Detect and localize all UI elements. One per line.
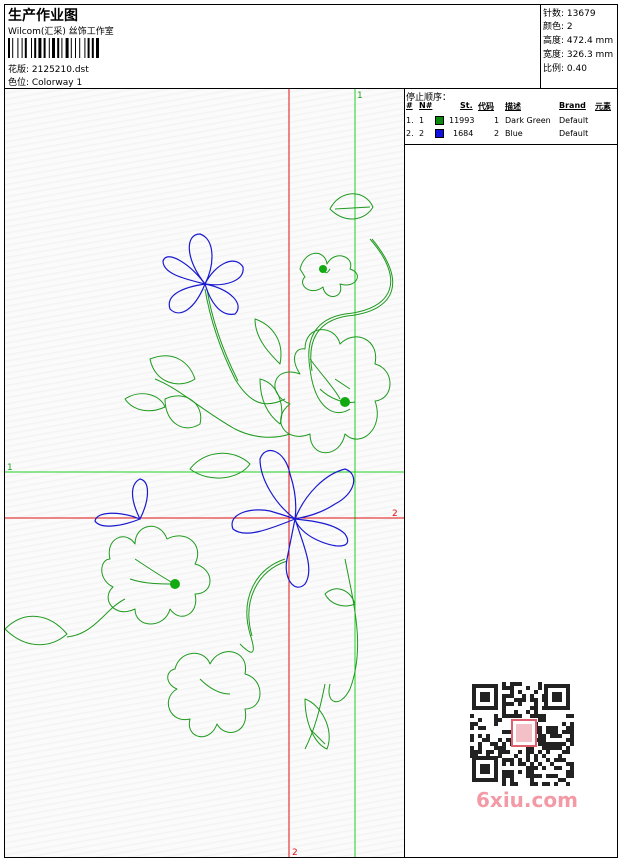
row-code: 1 bbox=[494, 116, 500, 125]
green-horizontal-label: 1 bbox=[7, 463, 13, 473]
row-brand: Default bbox=[559, 116, 589, 125]
stop-sequence-table: 停止顺序： # N# St. 代码 描述 Brand 元素 1. 1 11993… bbox=[405, 89, 617, 145]
col-stitches: St. bbox=[460, 101, 473, 110]
row-index: 2. bbox=[406, 129, 414, 138]
stat-scale: 比例: 0.40 bbox=[543, 64, 587, 74]
design-stats: 针数: 13679 颜色: 2 高度: 472.4 mm 宽度: 326.3 m… bbox=[541, 5, 617, 89]
stat-width: 宽度: 326.3 mm bbox=[543, 50, 614, 60]
col-code: 代码 bbox=[478, 102, 494, 111]
color-swatch bbox=[435, 116, 444, 125]
col-element: 元素 bbox=[595, 102, 611, 111]
col-description: 描述 bbox=[505, 102, 521, 111]
col-brand: Brand bbox=[559, 101, 586, 110]
green-vertical-label: 1 bbox=[357, 91, 363, 101]
stat-colors: 颜色: 2 bbox=[543, 22, 573, 32]
red-horizontal-label: 2 bbox=[392, 509, 398, 519]
row-description: Dark Green bbox=[505, 116, 551, 125]
row-description: Blue bbox=[505, 129, 523, 138]
flower-centers bbox=[170, 265, 350, 589]
stat-height: 高度: 472.4 mm bbox=[543, 36, 614, 46]
design-file: 花版: 2125210.dst bbox=[8, 65, 89, 75]
qr-code bbox=[466, 678, 576, 788]
col-n: N# bbox=[419, 101, 433, 110]
col-hash: # bbox=[406, 101, 413, 110]
row-index: 1. bbox=[406, 116, 414, 125]
stat-stitches: 针数: 13679 bbox=[543, 9, 596, 19]
row-stitches: 1684 bbox=[453, 129, 474, 138]
row-n: 1 bbox=[419, 116, 425, 125]
barcode bbox=[8, 38, 99, 58]
row-code: 2 bbox=[494, 129, 500, 138]
red-vertical-label: 2 bbox=[292, 848, 298, 857]
colorway: 色位: Colorway 1 bbox=[8, 78, 83, 88]
embroidery-preview[interactable]: 1 1 2 2 bbox=[5, 89, 405, 857]
color-swatch bbox=[435, 129, 444, 138]
blue-flowers bbox=[94, 233, 355, 588]
embroidery-drawing: 1 1 2 2 bbox=[5, 89, 404, 857]
header-info: 生产作业图 Wilcom(汇采) 丝饰工作室 花版: 2125210.dst 色… bbox=[5, 5, 541, 89]
row-stitches: 11993 bbox=[449, 116, 475, 125]
company-name: Wilcom(汇采) 丝饰工作室 bbox=[8, 27, 114, 37]
row-brand: Default bbox=[559, 129, 589, 138]
sheet-title: 生产作业图 bbox=[8, 8, 78, 24]
row-n: 2 bbox=[419, 129, 425, 138]
site-watermark: 6xiu.com bbox=[476, 788, 578, 812]
